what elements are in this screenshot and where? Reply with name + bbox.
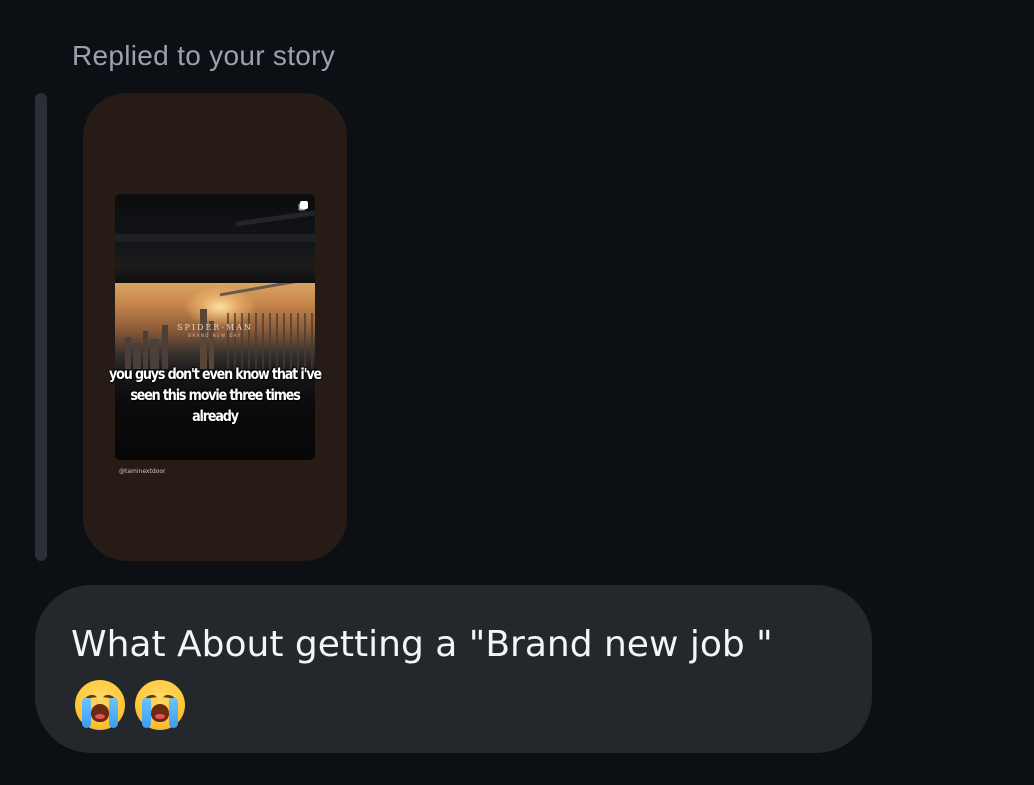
story-preview-card[interactable]: SPIDER-MAN BRAND NEW DAY you guys don't … xyxy=(83,93,347,561)
story-username: @taminextdoor xyxy=(119,468,166,475)
reply-context-label: Replied to your story xyxy=(72,40,336,71)
emoji-row xyxy=(75,680,185,730)
scene-ceiling xyxy=(115,194,315,284)
reply-indicator-bar xyxy=(35,93,47,561)
loudly-crying-face-icon xyxy=(75,680,125,730)
story-caption: you guys don't even know that i've seen … xyxy=(109,365,322,425)
scene-skyline-image xyxy=(115,283,315,369)
message-bubble[interactable]: What About getting a "Brand new job " xyxy=(35,585,872,753)
loudly-crying-face-icon xyxy=(135,680,185,730)
multi-media-icon xyxy=(300,201,308,209)
message-text: What About getting a "Brand new job " xyxy=(71,624,773,665)
dm-thread: Replied to your story SPIDER-MAN BRAND N… xyxy=(0,0,1034,785)
